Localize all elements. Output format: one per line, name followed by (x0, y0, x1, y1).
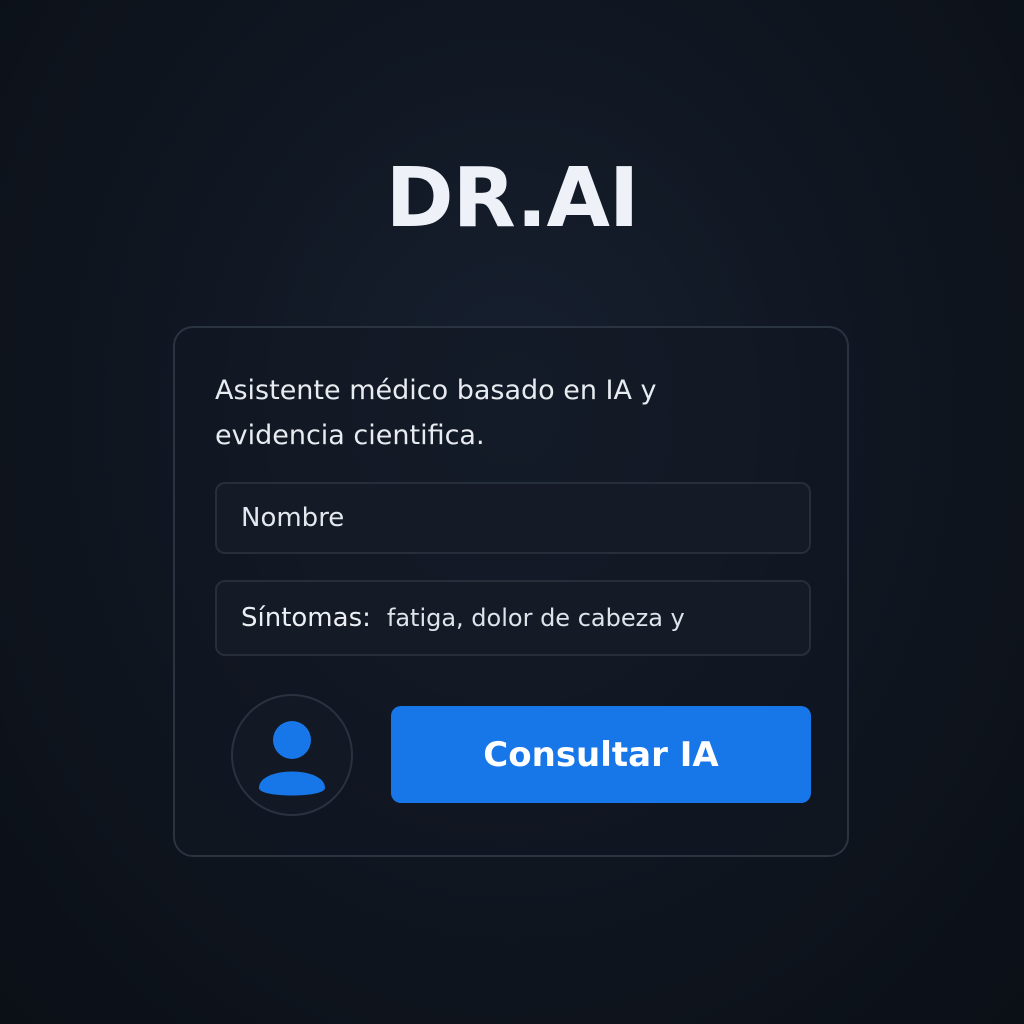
consultation-card: Asistente médico basado en IA y evidenci… (173, 326, 849, 857)
avatar[interactable] (231, 694, 353, 816)
name-input-placeholder: Nombre (241, 503, 345, 533)
app-title: DR.AI (385, 151, 640, 246)
symptoms-value: fatiga, dolor de cabeza y (386, 604, 685, 632)
symptoms-input[interactable]: Síntomas: fatiga, dolor de cabeza y (215, 580, 811, 656)
card-description: Asistente médico basado en IA y evidenci… (215, 375, 657, 451)
symptoms-label: Síntomas: (241, 603, 371, 633)
user-icon (259, 721, 325, 796)
consult-ai-button[interactable]: Consultar IA (391, 706, 811, 803)
name-input[interactable]: Nombre (215, 482, 811, 554)
